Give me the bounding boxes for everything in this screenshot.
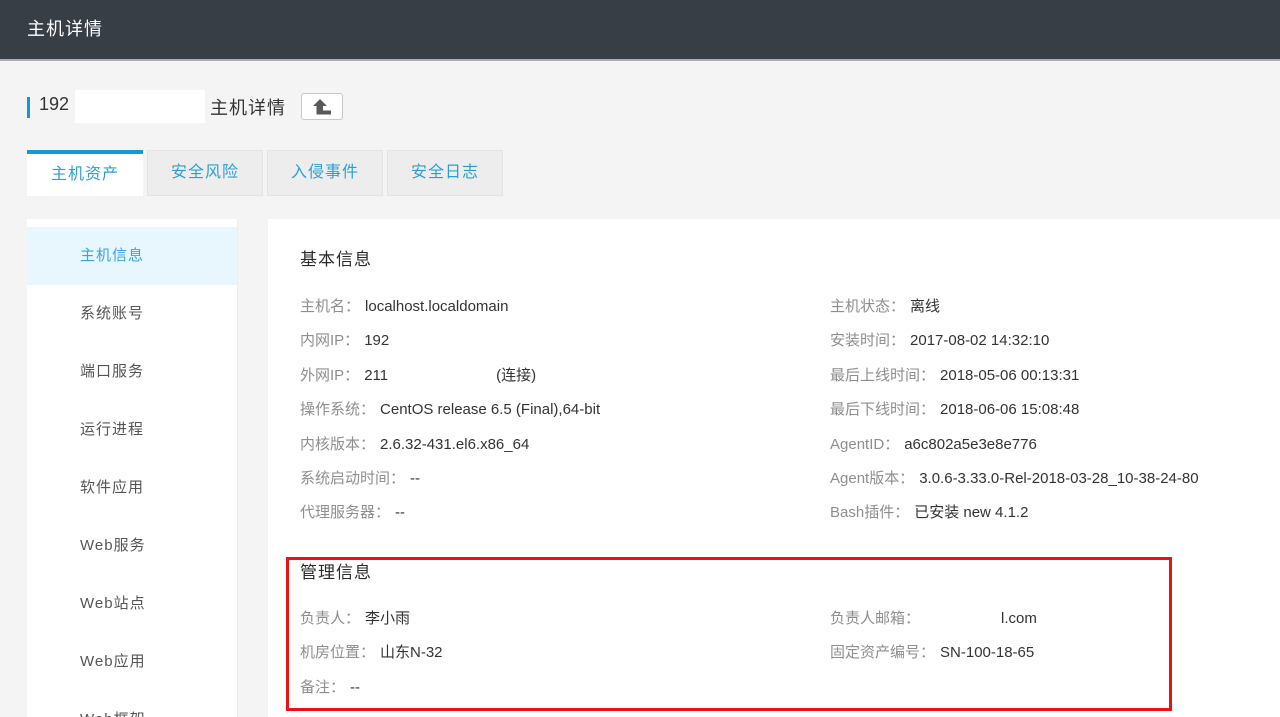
info-row: 安装时间： 2017-08-02 14:32:10 bbox=[830, 324, 1199, 358]
info-row: 外网IP： 211 (连接) bbox=[300, 359, 600, 393]
info-row: 操作系统： CentOS release 6.5 (Final),64-bit bbox=[300, 393, 600, 427]
field-value: -- bbox=[350, 678, 361, 696]
field-label: 安装时间： bbox=[830, 332, 906, 350]
page-title: 主机详情 bbox=[27, 19, 103, 39]
info-row: 最后上线时间： 2018-05-06 00:13:31 bbox=[830, 359, 1199, 393]
field-value: a6c802a5e3e8e776 bbox=[904, 435, 1037, 453]
info-row: 固定资产编号： SN-100-18-65 bbox=[830, 636, 1037, 670]
field-label: 代理服务器： bbox=[300, 504, 391, 522]
field-value: 2017-08-02 14:32:10 bbox=[910, 332, 1050, 350]
field-label: 操作系统： bbox=[300, 401, 376, 419]
sidebar-item-8[interactable]: Web应用 bbox=[27, 633, 237, 691]
tab-1[interactable]: 主机资产 bbox=[27, 150, 143, 196]
management-info-right-column: 负责人邮箱： l.com 固定资产编号： SN-100-18-65 bbox=[830, 602, 1037, 671]
info-row: AgentID： a6c802a5e3e8e776 bbox=[830, 428, 1199, 462]
field-label: 负责人邮箱： bbox=[830, 610, 921, 627]
basic-info-left-column: 主机名： localhost.localdomain 内网IP： 192 外网IP： 21… bbox=[300, 290, 600, 531]
field-value: 211 bbox=[364, 366, 389, 384]
breadcrumb-title: 主机详情 bbox=[210, 98, 286, 118]
field-value: 离线 bbox=[910, 298, 941, 315]
field-label: 主机状态： bbox=[830, 298, 906, 315]
info-row: 机房位置： 山东N-32 bbox=[300, 636, 443, 670]
field-label: 负责人： bbox=[300, 610, 361, 627]
sidebar-item-7[interactable]: Web站点 bbox=[27, 575, 237, 633]
sidebar-item-5[interactable]: 软件应用 bbox=[27, 459, 237, 517]
field-label: 系统启动时间： bbox=[300, 469, 406, 487]
accent-bar bbox=[27, 97, 30, 118]
sidebar-item-9[interactable]: Web框架 bbox=[27, 691, 237, 717]
tab-2[interactable]: 安全风险 bbox=[147, 150, 263, 196]
field-value: 2.6.32-431.el6.x86_64 bbox=[380, 435, 530, 453]
info-row: 系统启动时间： -- bbox=[300, 462, 600, 496]
info-row: 负责人邮箱： l.com bbox=[830, 602, 1037, 636]
redacted-gap bbox=[388, 379, 491, 380]
field-value: SN-100-18-65 bbox=[940, 644, 1035, 662]
management-info-left-column: 负责人： 李小雨 机房位置： 山东N-32 备注： -- bbox=[300, 602, 443, 705]
field-value: CentOS release 6.5 (Final),64-bit bbox=[380, 401, 601, 419]
field-label: 最后上线时间： bbox=[830, 366, 936, 384]
info-row: 主机名： localhost.localdomain bbox=[300, 290, 600, 324]
field-label: 固定资产编号： bbox=[830, 644, 936, 662]
field-value-extra: (连接) bbox=[496, 366, 537, 384]
field-value: 192 bbox=[364, 332, 390, 350]
info-row: 负责人： 李小雨 bbox=[300, 602, 443, 636]
breadcrumb: 192 主机详情 bbox=[0, 85, 1280, 130]
basic-info-right-column: 主机状态： 离线 安装时间： 2017-08-02 14:32:10 最后上线时间： 20… bbox=[830, 290, 1199, 531]
field-value: 2018-05-06 00:13:31 bbox=[940, 366, 1080, 384]
field-label: Agent版本： bbox=[830, 469, 915, 487]
main-panel: 基本信息 主机名： localhost.localdomain 内网IP： 192 外网… bbox=[268, 219, 1280, 717]
tab-3[interactable]: 入侵事件 bbox=[267, 150, 383, 196]
section-title-basic-info: 基本信息 bbox=[300, 250, 372, 269]
field-value: localhost.localdomain bbox=[365, 298, 509, 315]
field-label: AgentID： bbox=[830, 435, 900, 453]
info-row: 内网IP： 192 bbox=[300, 324, 600, 358]
redacted-gap bbox=[920, 622, 996, 623]
field-label: 内网IP： bbox=[300, 332, 360, 350]
sidebar-item-2[interactable]: 系统账号 bbox=[27, 285, 237, 343]
return-arrow-icon bbox=[313, 98, 331, 114]
field-value: 李小雨 bbox=[365, 610, 411, 627]
field-label: Bash插件： bbox=[830, 504, 910, 522]
field-label: 内核版本： bbox=[300, 435, 376, 453]
field-label: 外网IP： bbox=[300, 366, 360, 384]
field-value-extra: l.com bbox=[1001, 610, 1037, 627]
breadcrumb-host-ip: 192 bbox=[39, 94, 70, 114]
sidebar-item-1[interactable]: 主机信息 bbox=[27, 227, 237, 285]
field-label: 最后下线时间： bbox=[830, 401, 936, 419]
field-value: 2018-06-06 15:08:48 bbox=[940, 401, 1080, 419]
field-value: 已安装 new 4.1.2 bbox=[914, 504, 1029, 522]
info-row: 备注： -- bbox=[300, 671, 443, 705]
app-header: 主机详情 bbox=[0, 0, 1280, 61]
field-label: 备注： bbox=[300, 678, 346, 696]
field-value: -- bbox=[410, 469, 421, 487]
field-label: 主机名： bbox=[300, 298, 361, 315]
field-value: 山东N-32 bbox=[380, 644, 443, 662]
field-value: 3.0.6-3.33.0-Rel-2018-03-28_10-38-24-80 bbox=[919, 469, 1199, 487]
redaction-box bbox=[75, 90, 205, 123]
section-title-management-info: 管理信息 bbox=[300, 563, 372, 582]
tab-4[interactable]: 安全日志 bbox=[387, 150, 503, 196]
info-row: Agent版本： 3.0.6-3.33.0-Rel-2018-03-28_10-3… bbox=[830, 462, 1199, 496]
sidebar-item-3[interactable]: 端口服务 bbox=[27, 343, 237, 401]
tab-bar: 主机资产 安全风险 入侵事件 安全日志 bbox=[27, 150, 507, 196]
info-row: 最后下线时间： 2018-06-06 15:08:48 bbox=[830, 393, 1199, 427]
field-label: 机房位置： bbox=[300, 644, 376, 662]
sidebar: 主机信息系统账号端口服务运行进程软件应用Web服务Web站点Web应用Web框架 bbox=[27, 219, 238, 717]
sidebar-item-4[interactable]: 运行进程 bbox=[27, 401, 237, 459]
info-row: 主机状态： 离线 bbox=[830, 290, 1199, 324]
sidebar-item-6[interactable]: Web服务 bbox=[27, 517, 237, 575]
info-row: Bash插件： 已安装 new 4.1.2 bbox=[830, 496, 1199, 530]
back-button[interactable] bbox=[301, 93, 343, 120]
info-row: 内核版本： 2.6.32-431.el6.x86_64 bbox=[300, 428, 600, 462]
info-row: 代理服务器： -- bbox=[300, 496, 600, 530]
field-value: -- bbox=[395, 504, 406, 522]
